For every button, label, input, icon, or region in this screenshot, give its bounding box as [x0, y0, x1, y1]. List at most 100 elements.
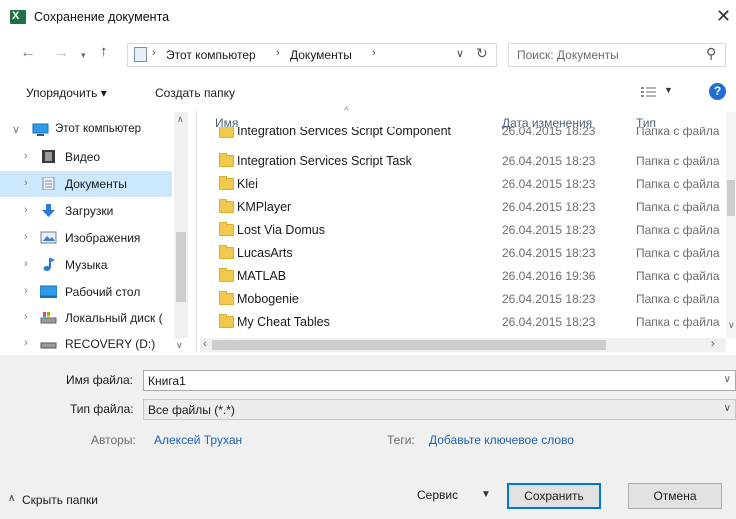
pane-divider[interactable]: [196, 110, 197, 354]
tags-label: Теги:: [387, 433, 415, 447]
tree-item-music[interactable]: › Музыка: [0, 252, 172, 278]
file-name: KMPlayer: [237, 200, 292, 214]
file-name: Mobogenie: [237, 292, 299, 306]
tree-item-local-disk[interactable]: › Локальный диск (: [0, 305, 172, 331]
sort-ascending-icon: ^: [344, 106, 349, 117]
hide-folders-button[interactable]: Скрыть папки: [22, 493, 98, 507]
filename-input[interactable]: Книга1 ∨: [143, 370, 736, 391]
scroll-down-chevron-icon[interactable]: ∨: [728, 320, 735, 331]
downloads-icon: [42, 204, 55, 217]
tree-item-label: Рабочий стол: [65, 285, 141, 299]
chevron-up-icon[interactable]: ∧: [8, 493, 15, 504]
documents-icon: [42, 177, 55, 190]
scroll-up-chevron-icon[interactable]: ∧: [177, 114, 184, 125]
tree-item-label: Изображения: [65, 231, 141, 245]
organize-button[interactable]: Упорядочить ▾: [26, 86, 107, 100]
tree-item-documents[interactable]: › Документы: [0, 171, 172, 197]
cancel-button[interactable]: Отмена: [628, 483, 722, 509]
pc-icon: [32, 123, 49, 136]
file-name: Lost Via Domus: [237, 223, 326, 237]
file-name: Klei: [237, 177, 258, 191]
file-list-vertical-scrollbar-thumb[interactable]: [727, 180, 735, 216]
close-icon[interactable]: ✕: [716, 7, 731, 25]
search-icon[interactable]: ⚲: [706, 45, 716, 62]
file-list-horizontal-scrollbar-thumb[interactable]: [212, 340, 606, 350]
tree-item-recovery-drive[interactable]: › RECOVERY (D:): [0, 331, 172, 357]
music-icon: [43, 258, 55, 271]
chevron-down-icon[interactable]: ∨: [724, 403, 731, 414]
tags-field[interactable]: Добавьте ключевое слово: [429, 433, 574, 447]
back-arrow-icon[interactable]: ←: [20, 45, 36, 61]
tree-item-pictures[interactable]: › Изображения: [0, 225, 172, 251]
collapsed-chevron-icon[interactable]: ›: [24, 337, 28, 349]
filename-value: Книга1: [148, 374, 186, 388]
breadcrumb-this-pc[interactable]: Этот компьютер: [166, 48, 256, 62]
search-placeholder: Поиск: Документы: [517, 48, 619, 62]
list-item[interactable]: KMPlayer 26.04.2015 18:23 Папка с файла: [205, 196, 735, 219]
scroll-right-chevron-icon[interactable]: ›: [711, 338, 715, 350]
nav-pane-scrollbar-thumb[interactable]: [176, 232, 186, 302]
collapsed-chevron-icon[interactable]: ›: [24, 311, 28, 323]
breadcrumb-documents[interactable]: Документы: [290, 48, 352, 62]
folder-icon: [219, 176, 234, 190]
list-item[interactable]: LucasArts 26.04.2015 18:23 Папка с файла: [205, 242, 735, 265]
tree-item-label: Загрузки: [65, 204, 114, 218]
scroll-left-chevron-icon[interactable]: ‹: [203, 338, 207, 350]
nav-pane-scrollbar[interactable]: [174, 112, 188, 338]
file-list-vertical-scrollbar[interactable]: [726, 112, 736, 338]
tree-item-downloads[interactable]: › Загрузки: [0, 198, 172, 224]
folder-icon: [219, 268, 234, 282]
tree-item-this-pc[interactable]: ∨ Этот компьютер: [0, 117, 172, 143]
new-folder-button[interactable]: Создать папку: [155, 86, 235, 100]
breadcrumb-separator-icon[interactable]: ›: [152, 47, 156, 59]
desktop-icon: [40, 285, 57, 298]
tools-dropdown-icon[interactable]: ▼: [481, 489, 491, 500]
file-type: Папка с файла: [636, 246, 720, 260]
collapsed-chevron-icon[interactable]: ›: [24, 258, 28, 270]
scroll-down-chevron-icon[interactable]: ∨: [176, 340, 183, 351]
help-icon[interactable]: ?: [709, 83, 726, 100]
tools-button[interactable]: Сервис: [417, 488, 458, 502]
breadcrumb-separator-icon[interactable]: ›: [276, 47, 280, 59]
list-item[interactable]: Mobogenie 26.04.2015 18:23 Папка с файла: [205, 288, 735, 311]
expanded-chevron-icon[interactable]: ∨: [12, 123, 20, 136]
save-button[interactable]: Сохранить: [507, 483, 601, 509]
folder-icon: [219, 245, 234, 259]
folder-icon: [219, 199, 234, 213]
breadcrumb-separator-icon[interactable]: ›: [372, 47, 376, 59]
tree-item-video[interactable]: › Видео: [0, 144, 172, 170]
list-item[interactable]: Integration Services Script Task 26.04.2…: [205, 150, 735, 173]
list-item[interactable]: Klei 26.04.2015 18:23 Папка с файла: [205, 173, 735, 196]
chevron-down-icon[interactable]: ∨: [724, 374, 731, 385]
collapsed-chevron-icon[interactable]: ›: [24, 150, 28, 162]
file-date: 26.04.2015 18:23: [502, 177, 596, 191]
recent-locations-chevron-icon[interactable]: ▾: [81, 47, 86, 63]
view-options-dropdown-icon[interactable]: ▼: [664, 85, 673, 95]
list-item[interactable]: MATLAB 26.04.2016 19:36 Папка с файла: [205, 265, 735, 288]
folder-icon: [219, 153, 234, 167]
tree-item-desktop[interactable]: › Рабочий стол: [0, 279, 172, 305]
forward-arrow-icon[interactable]: →: [54, 45, 69, 61]
collapsed-chevron-icon[interactable]: ›: [24, 204, 28, 216]
collapsed-chevron-icon[interactable]: ›: [24, 231, 28, 243]
tree-item-label: Этот компьютер: [55, 123, 141, 135]
list-item[interactable]: Lost Via Domus 26.04.2015 18:23 Папка с …: [205, 219, 735, 242]
folder-icon: [219, 127, 234, 138]
filetype-value: Все файлы (*.*): [148, 403, 235, 417]
folder-icon: [219, 314, 234, 328]
filetype-select[interactable]: Все файлы (*.*) ∨: [143, 399, 736, 420]
refresh-icon[interactable]: ↻: [476, 45, 488, 62]
list-item[interactable]: My Cheat Tables 26.04.2015 18:23 Папка с…: [205, 311, 735, 334]
up-arrow-icon[interactable]: ↑: [100, 44, 108, 60]
file-name: MATLAB: [237, 269, 287, 283]
view-options-icon[interactable]: [640, 85, 658, 99]
folder-icon: [219, 291, 234, 305]
collapsed-chevron-icon[interactable]: ›: [24, 177, 28, 189]
excel-icon: [10, 10, 26, 24]
authors-field[interactable]: Алексей Трухан: [154, 433, 242, 447]
list-item[interactable]: Integration Services Script Component 26…: [205, 127, 735, 145]
address-history-dropdown-icon[interactable]: ∨: [456, 47, 464, 60]
local-disk-icon: [40, 312, 57, 324]
collapsed-chevron-icon[interactable]: ›: [24, 285, 28, 297]
video-icon: [42, 150, 55, 163]
